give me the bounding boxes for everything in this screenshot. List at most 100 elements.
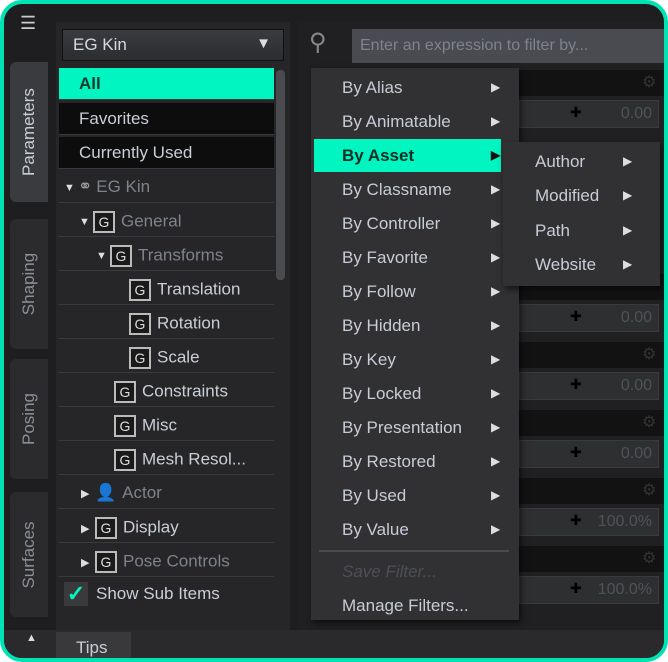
gear-icon[interactable]: ⚙	[642, 72, 656, 92]
show-sub-items-checkbox[interactable]: ✓ Show Sub Items	[64, 582, 220, 606]
menu-item-by-animatable[interactable]: By Animatable ▶	[314, 105, 501, 138]
category-currently-used[interactable]: Currently Used	[59, 137, 274, 169]
param-slider[interactable]: ✚ 0.00	[519, 440, 659, 468]
menu-item-manage-filters[interactable]: Manage Filters...	[314, 589, 501, 622]
menu-label: By Key	[342, 350, 396, 369]
tree-item-mesh-resolution[interactable]: G Mesh Resol...	[59, 443, 274, 475]
category-label: Currently Used	[79, 143, 193, 162]
tree-item-constraints[interactable]: G Constraints	[59, 375, 274, 407]
submenu-item-author[interactable]: Author ▶	[503, 144, 660, 178]
expand-right-icon[interactable]: ▶	[81, 487, 95, 500]
tree-item-scale[interactable]: G Scale	[59, 341, 274, 373]
menu-item-by-locked[interactable]: By Locked ▶	[314, 377, 501, 410]
param-value: 0.00	[620, 445, 652, 462]
tab-posing[interactable]: Posing	[10, 359, 48, 479]
submenu-item-modified[interactable]: Modified ▶	[503, 178, 660, 212]
param-slider[interactable]: ✚ 100.0%	[519, 576, 659, 604]
submenu-arrow-icon: ▶	[491, 216, 501, 230]
tree-item-rotation[interactable]: G Rotation	[59, 307, 274, 339]
tree-label: Display	[123, 517, 179, 537]
gear-icon[interactable]: ⚙	[642, 412, 656, 432]
menu-item-by-value[interactable]: By Value ▶	[314, 513, 501, 546]
menu-label: Save Filter...	[342, 562, 437, 581]
tree-label: Transforms	[138, 245, 224, 265]
tree-label: General	[121, 211, 182, 231]
tab-parameters[interactable]: Parameters	[10, 62, 48, 202]
tree-item-eg-kin[interactable]: ▼ ⚭ EG Kin	[59, 171, 274, 203]
group-icon: G	[114, 381, 136, 403]
menu-label: By Locked	[342, 384, 422, 403]
menu-label: By Alias	[342, 78, 403, 97]
tree-label: Translation	[157, 279, 241, 299]
parameters-pane: ☰ Parameters Shaping Posing Surfaces EG …	[0, 0, 668, 662]
gear-icon[interactable]: ⚙	[642, 344, 656, 364]
tab-label: Posing	[19, 393, 38, 445]
expand-down-icon[interactable]: ▼	[96, 250, 110, 262]
param-slider[interactable]: ✚ 0.00	[519, 304, 659, 332]
submenu-arrow-icon: ▶	[491, 352, 501, 366]
tree-item-general[interactable]: ▼ G General	[59, 205, 274, 237]
menu-item-by-used[interactable]: By Used ▶	[314, 479, 501, 512]
submenu-item-path[interactable]: Path ▶	[503, 213, 660, 247]
node-selector-value: EG Kin	[73, 35, 127, 54]
param-slider[interactable]: ✚ 100.0%	[519, 508, 659, 536]
submenu-item-website[interactable]: Website ▶	[503, 247, 660, 281]
pane-menu-icon[interactable]: ☰	[20, 14, 36, 32]
tab-label: Parameters	[19, 88, 38, 176]
category-all[interactable]: All	[59, 68, 274, 100]
submenu-arrow-icon: ▶	[491, 250, 501, 264]
menu-label: Author	[535, 152, 586, 171]
group-icon: G	[93, 211, 115, 233]
show-sub-items-label: Show Sub Items	[96, 584, 220, 603]
menu-item-by-hidden[interactable]: By Hidden ▶	[314, 309, 501, 342]
menu-item-by-asset[interactable]: By Asset ▶	[314, 139, 501, 172]
expand-right-icon[interactable]: ▶	[81, 556, 95, 569]
menu-label: By Presentation	[342, 418, 463, 437]
search-filter-icon[interactable]: ⚲	[309, 28, 327, 57]
tree-item-transforms[interactable]: ▼ G Transforms	[59, 239, 274, 271]
menu-item-by-favorite[interactable]: By Favorite ▶	[314, 241, 501, 274]
tab-surfaces[interactable]: Surfaces	[10, 492, 48, 617]
param-slider[interactable]: ✚ 0.00	[519, 372, 659, 400]
tree-scrollbar[interactable]	[276, 70, 285, 280]
param-slider[interactable]: ✚ 0.00	[519, 100, 659, 128]
menu-item-by-follow[interactable]: By Follow ▶	[314, 275, 501, 308]
category-favorites[interactable]: Favorites	[59, 103, 274, 135]
tree-item-translation[interactable]: G Translation	[59, 273, 274, 305]
tree-item-misc[interactable]: G Misc	[59, 409, 274, 441]
menu-item-by-key[interactable]: By Key ▶	[314, 343, 501, 376]
tree-item-display[interactable]: ▶ G Display	[59, 511, 274, 543]
tab-tips[interactable]: Tips	[56, 632, 131, 658]
tab-label: Shaping	[19, 252, 38, 316]
actor-icon: 👤	[95, 483, 117, 502]
group-icon: G	[95, 551, 117, 573]
gear-icon[interactable]: ⚙	[642, 548, 656, 568]
tree-label: Scale	[157, 347, 200, 367]
expand-down-icon[interactable]: ▼	[64, 182, 78, 194]
expand-right-icon[interactable]: ▶	[81, 522, 95, 535]
menu-item-by-restored[interactable]: By Restored ▶	[314, 445, 501, 478]
menu-item-by-classname[interactable]: By Classname ▶	[314, 173, 501, 206]
gear-icon[interactable]: ⚙	[642, 480, 656, 500]
param-value: 0.00	[620, 309, 652, 326]
menu-label: By Hidden	[342, 316, 421, 335]
group-icon: G	[114, 415, 136, 437]
tree-label: Rotation	[157, 313, 221, 333]
tab-shaping[interactable]: Shaping	[10, 219, 48, 349]
menu-item-by-alias[interactable]: By Alias ▶	[314, 71, 501, 104]
scroll-tabs-up-icon[interactable]: ▲	[26, 632, 37, 644]
submenu-arrow-icon: ▶	[491, 182, 501, 196]
tree-item-pose-controls[interactable]: ▶ G Pose Controls	[59, 545, 274, 577]
tree-label: Actor	[122, 483, 162, 502]
group-icon: G	[95, 517, 117, 539]
menu-item-by-presentation[interactable]: By Presentation ▶	[314, 411, 501, 444]
tree-item-actor[interactable]: ▶ 👤 Actor	[59, 477, 274, 509]
checkmark-icon: ✓	[64, 582, 88, 606]
filter-search-input[interactable]: Enter an expression to filter by...	[352, 29, 664, 63]
menu-label: By Follow	[342, 282, 416, 301]
node-selector-dropdown[interactable]: EG Kin ▼	[62, 29, 284, 61]
tree-label: Pose Controls	[123, 551, 230, 571]
group-icon: G	[114, 449, 136, 471]
menu-item-by-controller[interactable]: By Controller ▶	[314, 207, 501, 240]
expand-down-icon[interactable]: ▼	[79, 216, 93, 228]
